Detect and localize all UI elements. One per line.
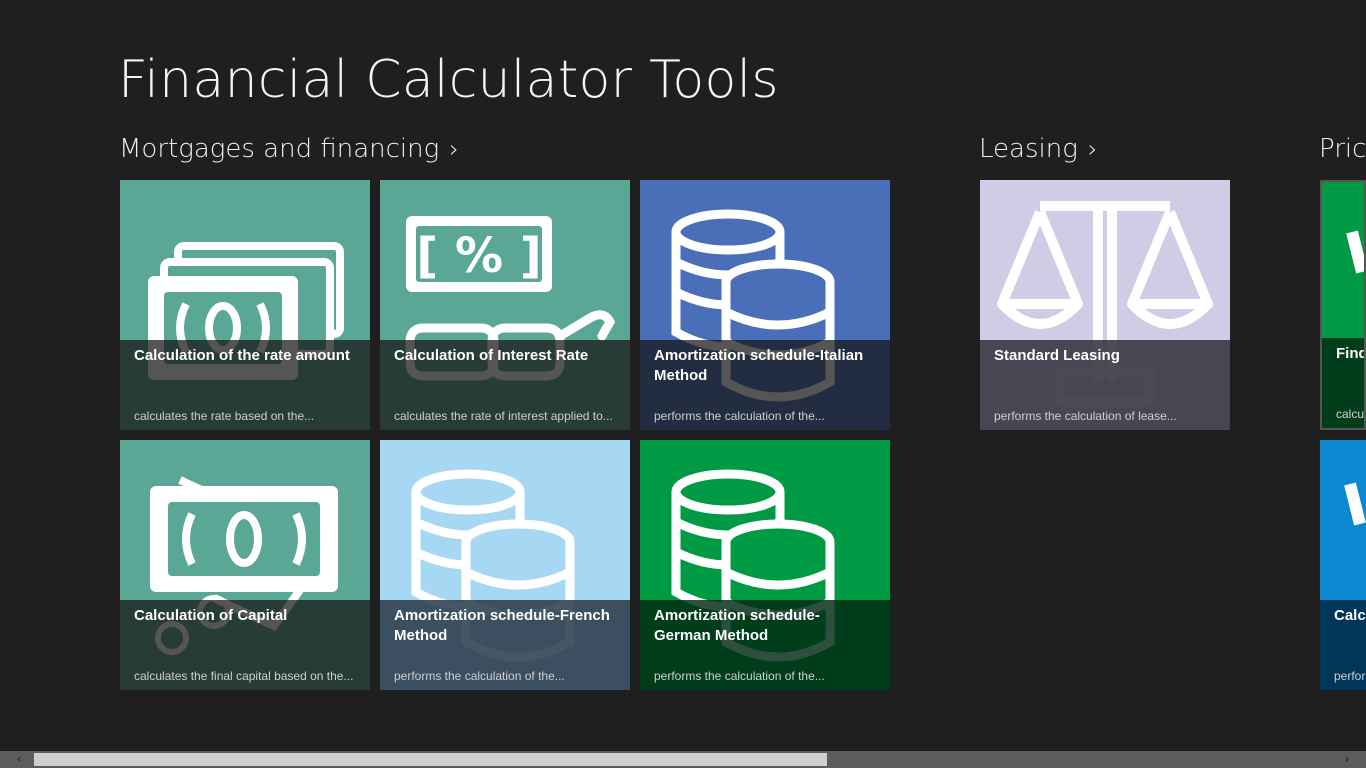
tile-desc: calculates the rate of interest applied …	[394, 409, 613, 423]
tile-overlay: Calcu perfor	[1320, 600, 1366, 690]
scrollbar-thumb[interactable]	[34, 753, 827, 766]
tile-desc: calculates the rate based on the...	[134, 409, 315, 423]
tile-desc: performs the calculation of lease...	[994, 409, 1177, 423]
group-header-leasing[interactable]: Leasing ›	[979, 134, 1097, 164]
group-header-label: Prices	[1319, 134, 1366, 164]
chevron-right-icon: ›	[449, 135, 459, 163]
tile-title: Calcu	[1334, 607, 1366, 624]
tile-desc: performs the calculation of the...	[394, 669, 565, 683]
tile-title: Calculation of Interest Rate	[394, 347, 589, 364]
tile-overlay: Find calcula	[1322, 338, 1366, 428]
tile-title: Amortization schedule-Italian Method	[654, 347, 864, 384]
tile-title: Find	[1336, 345, 1366, 362]
tile-title: Standard Leasing	[994, 347, 1120, 364]
tile-desc: performs the calculation of the...	[654, 409, 825, 423]
tile-desc: calculates the final capital based on th…	[134, 669, 354, 683]
tile-amortization-french[interactable]: Amortization schedule-French Method perf…	[380, 440, 630, 690]
tile-overlay: Calculation of Interest Rate calculates …	[380, 340, 630, 430]
scroll-right-icon[interactable]: ›	[1332, 751, 1362, 768]
tile-overlay: Calculation of the rate amount calculate…	[120, 340, 370, 430]
tile-standard-leasing[interactable]: Standard Leasing performs the calculatio…	[980, 180, 1230, 430]
tile-calc-partial[interactable]: Calcu perfor	[1320, 440, 1366, 690]
tile-overlay: Standard Leasing performs the calculatio…	[980, 340, 1230, 430]
tile-desc: perfor	[1334, 669, 1366, 683]
tile-desc: calcula	[1336, 407, 1365, 421]
tile-capital[interactable]: Calculation of Capital calculates the fi…	[120, 440, 370, 690]
tile-title: Amortization schedule-French Method	[394, 607, 610, 644]
tile-title: Amortization schedule-German Method	[654, 607, 820, 644]
svg-text:[ % ]: [ % ]	[416, 228, 541, 284]
tile-desc: performs the calculation of the...	[654, 669, 825, 683]
scroll-left-icon[interactable]: ‹	[4, 751, 34, 768]
group-header-label: Mortgages and financing	[119, 134, 440, 164]
group-header-mortgages[interactable]: Mortgages and financing ›	[119, 134, 459, 164]
group-header-label: Leasing	[979, 134, 1078, 164]
horizontal-scrollbar[interactable]: ‹ ›	[0, 751, 1366, 768]
tile-amortization-german[interactable]: Amortization schedule-German Method perf…	[640, 440, 890, 690]
tile-overlay: Calculation of Capital calculates the fi…	[120, 600, 370, 690]
tile-find-partial[interactable]: Find calcula	[1320, 180, 1366, 430]
tile-interest-rate[interactable]: [ % ] Calculation of Interest Rate calcu…	[380, 180, 630, 430]
tile-overlay: Amortization schedule-Italian Method per…	[640, 340, 890, 430]
app-title: Financial Calculator Tools	[118, 50, 779, 110]
tile-overlay: Amortization schedule-French Method perf…	[380, 600, 630, 690]
group-header-prices[interactable]: Prices	[1319, 134, 1366, 164]
tile-title: Calculation of the rate amount	[134, 347, 350, 364]
tile-amortization-italian[interactable]: Amortization schedule-Italian Method per…	[640, 180, 890, 430]
tile-overlay: Amortization schedule-German Method perf…	[640, 600, 890, 690]
tile-title: Calculation of Capital	[134, 607, 288, 624]
chevron-right-icon: ›	[1087, 135, 1098, 163]
tile-rate-amount[interactable]: Calculation of the rate amount calculate…	[120, 180, 370, 430]
